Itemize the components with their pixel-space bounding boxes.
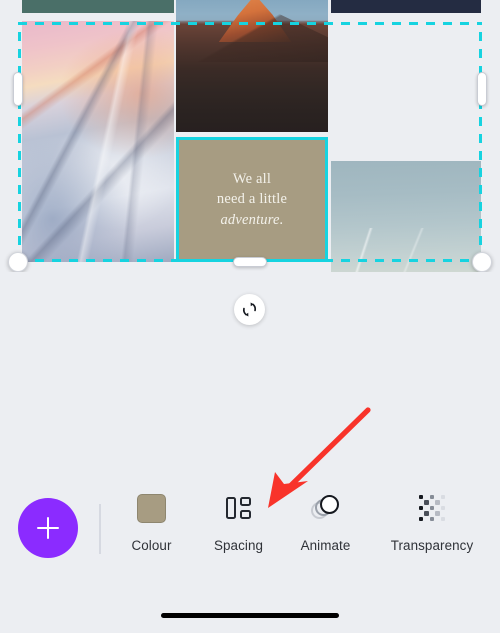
home-indicator (161, 613, 339, 618)
transparency-cell (435, 495, 440, 500)
transparency-cell (441, 511, 446, 516)
transparency-cell (440, 505, 446, 511)
toolbar-item-animate[interactable]: Animate (282, 492, 369, 553)
animate-icon-box (310, 492, 342, 524)
transparency-cell (429, 516, 435, 522)
animate-icon (310, 494, 341, 522)
colour-swatch-icon (137, 493, 166, 523)
transparency-cell (429, 494, 435, 500)
toolbar-items: Colour Spacing Animate Transparency (108, 492, 500, 553)
quote-text-block: We all need a little adventure. (217, 169, 287, 231)
resize-handle-right-edge[interactable] (477, 72, 487, 106)
transparency-cell (429, 505, 435, 511)
transparency-cell (441, 500, 446, 505)
colour-icon-box (136, 492, 168, 524)
quote-line-2: need a little (216, 191, 288, 208)
transparency-cell (424, 511, 429, 516)
transparency-cell (424, 506, 429, 511)
spacing-icon-box (223, 492, 255, 524)
toolbar-item-colour-label: Colour (131, 538, 172, 553)
toolbar-item-spacing[interactable]: Spacing (195, 492, 282, 553)
collage-tile-top-right-navy-band[interactable] (331, 0, 481, 13)
transparency-cell (430, 500, 435, 505)
collage-canvas[interactable]: We all need a little adventure. (0, 0, 500, 272)
transparency-cell (435, 517, 440, 522)
quote-line-1: We all (232, 170, 272, 187)
collage-tile-left-snow-mountain-photo[interactable] (22, 21, 174, 262)
plus-icon (37, 517, 59, 539)
spacing-icon (225, 494, 253, 522)
toolbar-divider (99, 504, 101, 554)
collage-tile-top-left-teal-band[interactable] (22, 0, 174, 13)
bottom-toolbar: Colour Spacing Animate Transparency (0, 486, 500, 586)
rotate-button[interactable] (234, 294, 265, 325)
toolbar-item-transparency[interactable]: Transparency (369, 492, 495, 553)
toolbar-item-spacing-label: Spacing (213, 538, 264, 553)
quote-line-3: adventure. (220, 211, 284, 228)
transparency-cell (419, 511, 424, 516)
transparency-cell (430, 511, 435, 516)
collage-tile-right-hill-silhouette-photo[interactable] (331, 161, 481, 272)
transparency-icon-box (416, 492, 448, 524)
transparency-cell (435, 506, 440, 511)
collage-tile-quote-card[interactable]: We all need a little adventure. (176, 137, 328, 262)
transparency-cell (435, 500, 440, 505)
transparency-cell (435, 511, 440, 516)
transparency-cell (419, 500, 424, 505)
collage-tile-centre-volcano-photo[interactable] (176, 0, 328, 132)
transparency-cell (424, 517, 429, 522)
transparency-cell (418, 505, 424, 511)
toolbar-item-animate-label: Animate (300, 538, 351, 553)
transparency-cell (418, 516, 424, 522)
app-root: We all need a little adventure. Colour S… (0, 0, 500, 633)
transparency-cell (418, 494, 424, 500)
transparency-cell (424, 500, 429, 505)
toolbar-item-position[interactable]: P (495, 492, 500, 553)
add-element-button[interactable] (18, 498, 78, 558)
transparency-cell (440, 494, 446, 500)
contrail-streak (331, 228, 481, 272)
transparency-cell (440, 516, 446, 522)
rotate-icon (243, 302, 256, 317)
transparency-icon (418, 494, 446, 522)
toolbar-item-colour[interactable]: Colour (108, 492, 195, 553)
toolbar-item-transparency-label: Transparency (390, 538, 474, 553)
transparency-cell (424, 495, 429, 500)
